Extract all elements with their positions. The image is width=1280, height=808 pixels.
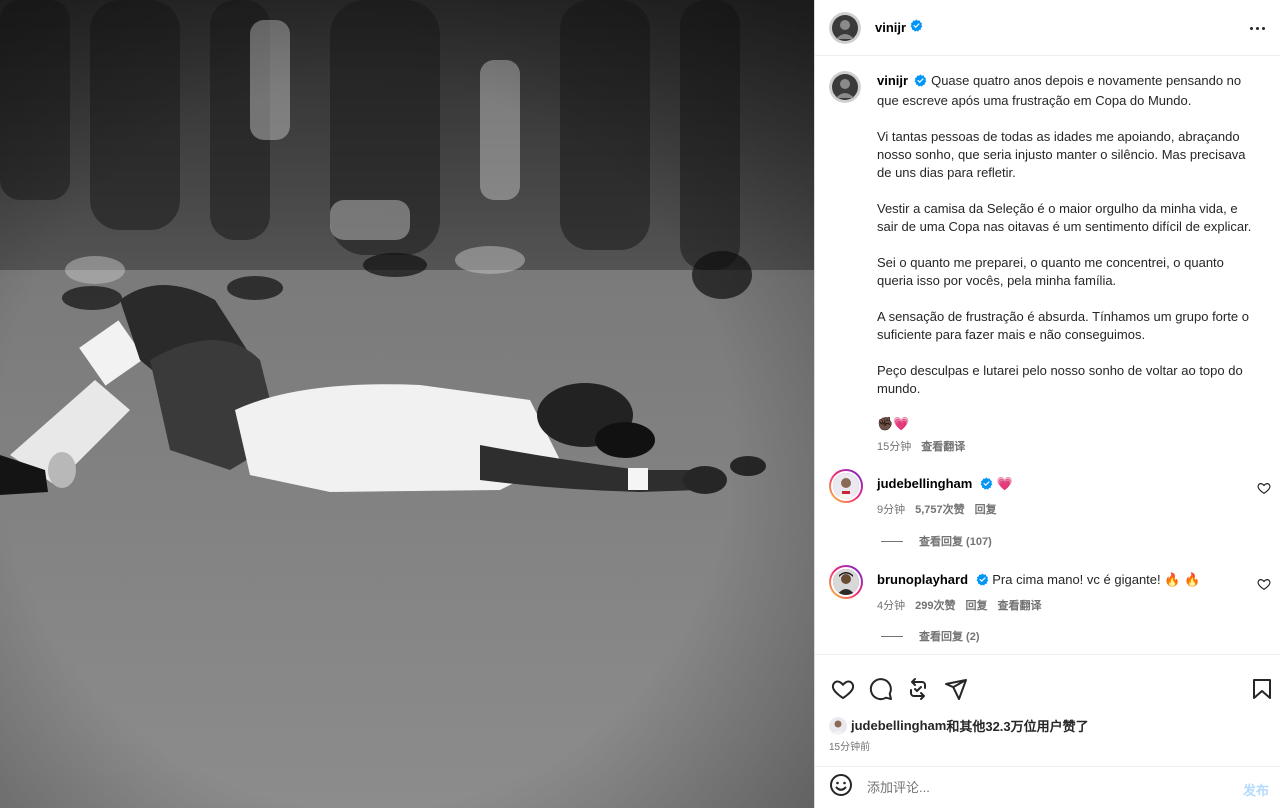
comment-text: Pra cima mano! vc é gigante! 🔥 🔥 [992,572,1201,587]
verified-badge-icon [914,74,927,92]
liker-username[interactable]: judebellingham [851,718,946,733]
comment-time[interactable]: 4分钟 [877,600,905,612]
like-heart-icon[interactable] [831,677,855,701]
repost-icon[interactable] [906,677,930,701]
like-comment-heart-icon[interactable] [1257,577,1271,591]
view-replies-button[interactable]: 查看回复 (2) [881,628,980,644]
comment-body: brunoplayhard Pra cima mano! vc é gigant… [877,571,1247,615]
post-header: vinijr [815,0,1280,56]
commenter-avatar[interactable] [829,565,863,599]
commenter-username[interactable]: judebellingham [877,476,972,491]
comment-likes-count[interactable]: 5,757次赞 [915,504,965,516]
like-comment-heart-icon[interactable] [1257,481,1271,495]
comment-bubble-icon[interactable] [869,677,893,701]
more-options-icon[interactable] [1245,16,1269,40]
reply-button[interactable]: 回复 [975,504,997,516]
post-caption: vinijr Quase quatro anos depois e novamen… [877,72,1253,456]
comment-meta: 4分钟 299次赞 回复 查看翻译 [877,597,1247,615]
post-comment-button[interactable]: 发布 [1243,780,1269,799]
add-comment-input[interactable] [867,780,1227,795]
likes-summary: judebellingham 和其他32.3万位用户赞了 [829,716,1089,735]
post-side-panel: vinijr vinijr Quase quatro anos depois e … [814,0,1280,808]
add-comment-bar: 发布 [815,766,1280,808]
caption-author-avatar[interactable] [829,71,861,103]
likes-count-text[interactable]: 和其他32.3万位用户赞了 [946,716,1088,735]
comment-likes-count[interactable]: 299次赞 [915,600,955,612]
emoji-smiley-icon[interactable] [829,773,853,802]
caption-paragraph: vinijr Quase quatro anos depois e novamen… [877,72,1253,110]
see-translation-button[interactable]: 查看翻译 [921,441,965,453]
caption-paragraph: Vestir a camisa da Seleção é o maior org… [877,201,1252,234]
verified-badge-icon [980,477,993,495]
post-action-bar [815,654,1280,708]
caption-paragraph: Sei o quanto me preparei, o quanto me co… [877,255,1224,288]
comment-time[interactable]: 9分钟 [877,504,905,516]
caption-meta: 15分钟 查看翻译 [877,438,1253,456]
view-replies-label: 查看回复 (2) [919,631,980,643]
commenter-username[interactable]: brunoplayhard [877,572,968,587]
post-photo-image [0,0,814,808]
comment-body: judebellingham 💗 9分钟 5,757次赞 回复 [877,475,1247,519]
comment-meta: 9分钟 5,757次赞 回复 [877,501,1247,519]
caption-paragraph: Peço desculpas e lutarei pelo nosso sonh… [877,363,1243,396]
reply-button[interactable]: 回复 [965,600,987,612]
verified-badge-icon [976,573,989,591]
caption-emoji: ✊🏿💗 [877,417,910,432]
post-timestamp[interactable]: 15分钟前 [829,738,870,753]
caption-time[interactable]: 15分钟 [877,441,911,453]
commenter-avatar[interactable] [829,469,863,503]
see-translation-button[interactable]: 查看翻译 [997,600,1041,612]
caption-paragraph: A sensação de frustração é absurda. Tính… [877,309,1249,342]
caption-author-username[interactable]: vinijr [877,73,908,88]
comment-text: 💗 [996,477,1013,492]
author-username[interactable]: vinijr [875,20,906,35]
share-paper-plane-icon[interactable] [944,677,968,701]
replies-divider [881,635,903,637]
view-replies-label: 查看回复 (107) [919,536,992,548]
replies-divider [881,540,903,542]
save-bookmark-icon[interactable] [1250,677,1274,701]
instagram-post-viewer: vinijr vinijr Quase quatro anos depois e … [0,0,1280,808]
verified-badge-icon [910,19,923,37]
view-replies-button[interactable]: 查看回复 (107) [881,533,992,549]
caption-text: Quase quatro anos depois e novamente pen… [877,73,1242,108]
comments-scroll-area[interactable]: vinijr Quase quatro anos depois e novamen… [815,57,1280,653]
author-avatar[interactable] [829,11,861,44]
liker-avatar[interactable] [829,716,847,735]
caption-paragraph: Vi tantas pessoas de todas as idades me … [877,129,1246,180]
post-photo[interactable] [0,0,814,808]
